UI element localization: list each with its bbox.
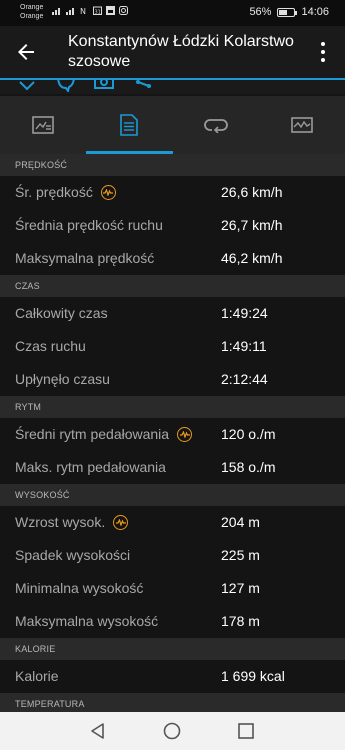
pulse-info-icon[interactable] (177, 426, 193, 442)
carrier-2: Orange (20, 13, 44, 20)
section-header-elevation: WYSOKOŚĆ (0, 484, 345, 506)
signal-2-icon (66, 8, 74, 15)
summary-chart-icon (32, 116, 54, 134)
tab-summary[interactable] (0, 96, 86, 154)
stat-row: Spadek wysokości 225 m (0, 539, 345, 572)
status-icons: N 31 (52, 6, 128, 15)
page-title: Konstantynów Łódzki Kolarstwo szosowe (68, 33, 294, 70)
stat-label-container: Średni rytm pedałowania (15, 426, 193, 442)
stat-value: 26,7 km/h (221, 217, 283, 233)
nfc-icon: N (80, 7, 86, 15)
stat-row: Średnia prędkość ruchu 26,7 km/h (0, 209, 345, 242)
like-icon[interactable] (18, 80, 36, 92)
stat-value: 225 m (221, 547, 260, 563)
app-bar: Konstantynów Łódzki Kolarstwo szosowe (0, 26, 345, 80)
nav-recents-icon[interactable] (236, 721, 256, 741)
tab-details[interactable] (86, 96, 173, 154)
carrier-labels: Orange Orange (20, 3, 43, 21)
nav-back-icon[interactable] (88, 721, 108, 741)
stat-row: Minimalna wysokość 127 m (0, 572, 345, 605)
stat-row: Maks. rytm pedałowania 158 o./m (0, 451, 345, 484)
stat-label: Śr. prędkość (15, 184, 93, 200)
stat-value: 1 699 kcal (221, 668, 285, 684)
tab-graphs[interactable] (259, 96, 345, 154)
calendar-icon: 31 (93, 6, 102, 15)
battery-icon (277, 7, 298, 17)
action-row (0, 80, 345, 94)
stat-row: Kalorie 1 699 kcal (0, 660, 345, 693)
camera-icon[interactable] (94, 80, 114, 92)
clock: 14:06 (301, 6, 329, 18)
stat-label-container: Wzrost wysok. (15, 514, 129, 530)
stat-label: Średnia prędkość ruchu (15, 217, 163, 233)
section-header-time: CZAS (0, 275, 345, 297)
pulse-info-icon[interactable] (113, 514, 129, 530)
stat-label: Kalorie (15, 668, 59, 684)
stat-value: 120 o./m (221, 426, 276, 442)
stat-value: 26,6 km/h (221, 184, 283, 200)
laps-icon (203, 119, 228, 133)
stat-row: Upłynęło czasu 2:12:44 (0, 363, 345, 396)
stat-row: Śr. prędkość 26,6 km/h (0, 176, 345, 209)
stat-row: Średni rytm pedałowania 120 o./m (0, 418, 345, 451)
back-arrow-icon[interactable] (14, 40, 38, 64)
stat-value: 1:49:24 (221, 305, 268, 321)
stat-value: 127 m (221, 580, 260, 596)
details-list-icon (120, 114, 139, 136)
comment-icon[interactable] (56, 80, 76, 92)
stat-label: Maksymalna prędkość (15, 250, 155, 266)
stat-value: 2:12:44 (221, 371, 268, 387)
tab-bar (0, 96, 345, 154)
section-header-calories: KALORIE (0, 638, 345, 660)
stat-label: Maksymalna wysokość (15, 613, 159, 629)
battery-fill (279, 9, 288, 15)
section-header-speed: PRĘDKOŚĆ (0, 154, 345, 176)
stat-label: Upłynęło czasu (15, 371, 110, 387)
svg-text:31: 31 (95, 10, 101, 16)
graph-icon (291, 117, 313, 133)
stat-label: Maks. rytm pedałowania (15, 459, 166, 475)
stat-value: 1:49:11 (221, 338, 267, 354)
stat-label: Czas ruchu (15, 338, 86, 354)
instagram-icon (119, 6, 128, 15)
stat-row: Czas ruchu 1:49:11 (0, 330, 345, 363)
stat-row: Całkowity czas 1:49:24 (0, 297, 345, 330)
nav-home-icon[interactable] (162, 721, 182, 741)
stat-value: 158 o./m (221, 459, 276, 475)
carrier-1: Orange (20, 4, 44, 11)
stat-label-container: Śr. prędkość (15, 184, 116, 200)
system-nav-bar (0, 712, 345, 750)
stat-value: 178 m (221, 613, 260, 629)
signal-icon (52, 8, 60, 15)
stat-value: 46,2 km/h (221, 250, 283, 266)
share-icon[interactable] (134, 80, 154, 92)
stat-label: Minimalna wysokość (15, 580, 144, 596)
stat-row: Wzrost wysok. 204 m (0, 506, 345, 539)
stat-row: Maksymalna wysokość 178 m (0, 605, 345, 638)
stats-list: PRĘDKOŚĆ Śr. prędkość 26,6 km/h Średnia … (0, 154, 345, 715)
pulse-info-icon[interactable] (100, 184, 116, 200)
section-header-cadence: RYTM (0, 396, 345, 418)
battery-percent: 56% (249, 6, 272, 18)
stat-row: Maksymalna prędkość 46,2 km/h (0, 242, 345, 275)
stat-label: Spadek wysokości (15, 547, 131, 563)
status-bar: Orange Orange N 31 56% 14:06 (0, 0, 345, 26)
stat-label: Wzrost wysok. (15, 514, 106, 530)
stat-label: Całkowity czas (15, 305, 108, 321)
tab-laps[interactable] (173, 96, 259, 154)
stat-value: 204 m (221, 514, 260, 530)
more-options-icon[interactable] (313, 40, 333, 64)
svg-text:N: N (80, 7, 86, 15)
stat-label: Średni rytm pedałowania (15, 426, 170, 442)
status-right: 56% 14:06 (249, 6, 329, 18)
gallery-icon (106, 6, 115, 15)
